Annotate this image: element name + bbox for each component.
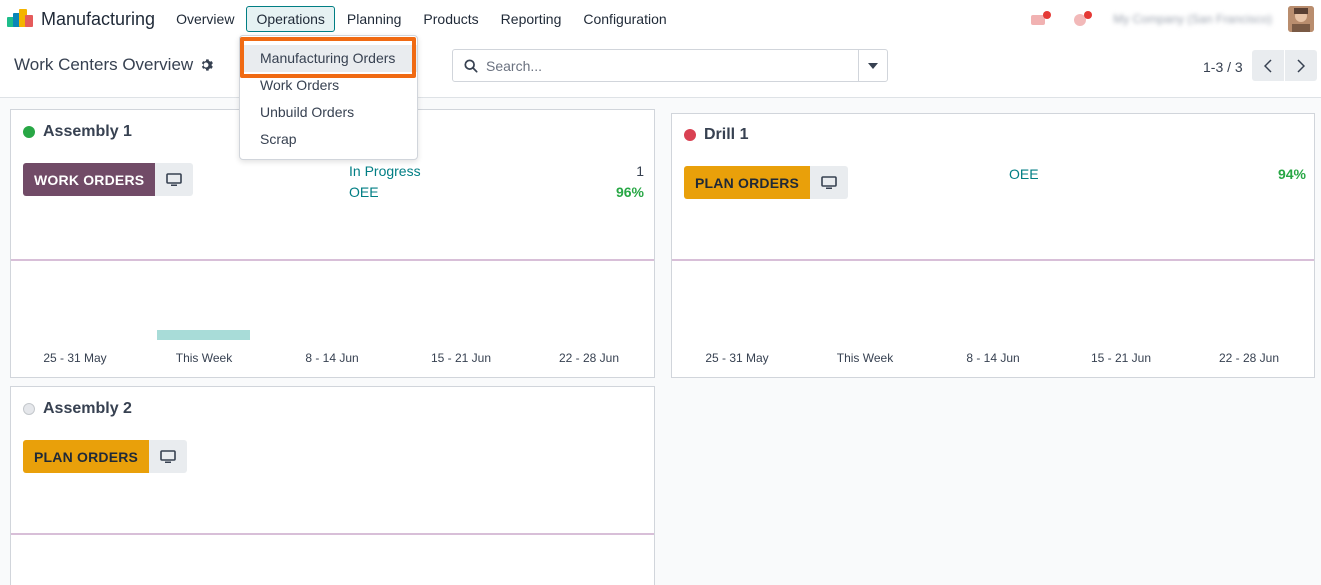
menu-item-scrap[interactable]: Scrap xyxy=(240,126,417,153)
pager-previous-button[interactable] xyxy=(1252,50,1284,81)
control-panel: Work Centers Overview 1-3 / 3 xyxy=(0,38,1321,98)
menu-operations[interactable]: Operations xyxy=(246,6,335,32)
pager-next-button[interactable] xyxy=(1285,50,1317,81)
monitor-icon xyxy=(160,449,176,463)
activity-icon[interactable] xyxy=(1071,10,1095,28)
menu-configuration[interactable]: Configuration xyxy=(573,6,676,32)
search-input[interactable] xyxy=(486,57,856,74)
work-orders-button[interactable]: WORK ORDERS xyxy=(23,163,156,196)
graph-baseline xyxy=(11,533,654,535)
shop-floor-button[interactable] xyxy=(155,163,194,196)
menu-reporting[interactable]: Reporting xyxy=(491,6,572,32)
tick-label: 15 - 21 Jun xyxy=(430,351,492,365)
search-icon xyxy=(464,58,478,73)
pager-value[interactable]: 1-3 / 3 xyxy=(1203,59,1243,75)
top-navbar: Manufacturing Overview Operations Planni… xyxy=(0,0,1321,38)
menu-item-unbuild-orders[interactable]: Unbuild Orders xyxy=(240,99,417,126)
tick-label: 25 - 31 May xyxy=(705,351,769,365)
card-title[interactable]: Assembly 1 xyxy=(23,123,132,141)
tick-label: 25 - 31 May xyxy=(43,351,107,365)
stat-in-progress-value: 1 xyxy=(636,163,644,179)
graph-baseline xyxy=(672,259,1314,261)
messaging-icon[interactable] xyxy=(1029,10,1053,28)
manufacturing-app-icon xyxy=(7,9,33,29)
workcenter-card-drill-1: Drill 1 PLAN ORDERS OEE 94% 25 - 31 May … xyxy=(671,113,1315,378)
tick-label: 22 - 28 Jun xyxy=(558,351,620,365)
systray: My Company (San Francisco) xyxy=(1029,0,1321,38)
tick-label: 22 - 28 Jun xyxy=(1218,351,1280,365)
plan-orders-button[interactable]: PLAN ORDERS xyxy=(23,440,150,473)
card-title[interactable]: Assembly 2 xyxy=(23,400,132,418)
status-indicator[interactable] xyxy=(23,403,35,415)
monitor-icon xyxy=(821,175,837,189)
caret-down-icon xyxy=(868,62,878,69)
app-name: Manufacturing xyxy=(41,8,156,29)
card-title-text: Assembly 2 xyxy=(43,400,132,417)
page-title: Work Centers Overview xyxy=(14,55,214,75)
tick-label: 8 - 14 Jun xyxy=(305,351,359,365)
card-actions: WORK ORDERS xyxy=(23,163,194,196)
graph-baseline xyxy=(11,259,654,261)
workload-bar[interactable] xyxy=(157,330,250,340)
card-actions: PLAN ORDERS xyxy=(23,440,188,473)
search-options-toggle[interactable] xyxy=(858,50,887,81)
status-indicator[interactable] xyxy=(684,129,696,141)
card-actions: PLAN ORDERS xyxy=(684,166,849,199)
company-switcher[interactable]: My Company (San Francisco) xyxy=(1113,12,1272,26)
stat-in-progress-label[interactable]: In Progress xyxy=(349,163,421,179)
user-avatar[interactable] xyxy=(1288,6,1314,32)
menu-planning[interactable]: Planning xyxy=(337,6,412,32)
operations-dropdown-menu: Manufacturing Orders Work Orders Unbuild… xyxy=(239,35,418,160)
status-indicator[interactable] xyxy=(23,126,35,138)
chevron-right-icon xyxy=(1297,58,1305,73)
card-title-text: Drill 1 xyxy=(704,126,749,143)
gear-icon[interactable] xyxy=(199,58,214,72)
tick-label: This Week xyxy=(175,351,233,365)
shop-floor-button[interactable] xyxy=(810,166,849,199)
menu-products[interactable]: Products xyxy=(413,6,488,32)
stat-oee-value: 94% xyxy=(1277,166,1306,182)
shop-floor-button[interactable] xyxy=(149,440,188,473)
stat-oee-label[interactable]: OEE xyxy=(349,184,379,200)
monitor-icon xyxy=(166,172,183,186)
app-brand[interactable]: Manufacturing xyxy=(7,0,166,38)
search-bar[interactable] xyxy=(452,49,888,82)
menu-overview[interactable]: Overview xyxy=(166,6,244,32)
card-title[interactable]: Drill 1 xyxy=(684,126,748,144)
tick-label: This Week xyxy=(836,351,894,365)
chevron-left-icon xyxy=(1264,58,1272,73)
menu-item-work-orders[interactable]: Work Orders xyxy=(240,72,417,99)
page-title-text: Work Centers Overview xyxy=(14,55,194,74)
tick-label: 15 - 21 Jun xyxy=(1090,351,1152,365)
menu-item-manufacturing-orders[interactable]: Manufacturing Orders xyxy=(240,45,417,72)
workcenter-card-assembly-2: Assembly 2 PLAN ORDERS xyxy=(10,386,655,585)
plan-orders-button[interactable]: PLAN ORDERS xyxy=(684,166,811,199)
card-title-text: Assembly 1 xyxy=(43,123,132,140)
stat-oee-label[interactable]: OEE xyxy=(1009,166,1039,182)
tick-label: 8 - 14 Jun xyxy=(966,351,1020,365)
stat-oee-value: 96% xyxy=(615,184,644,200)
